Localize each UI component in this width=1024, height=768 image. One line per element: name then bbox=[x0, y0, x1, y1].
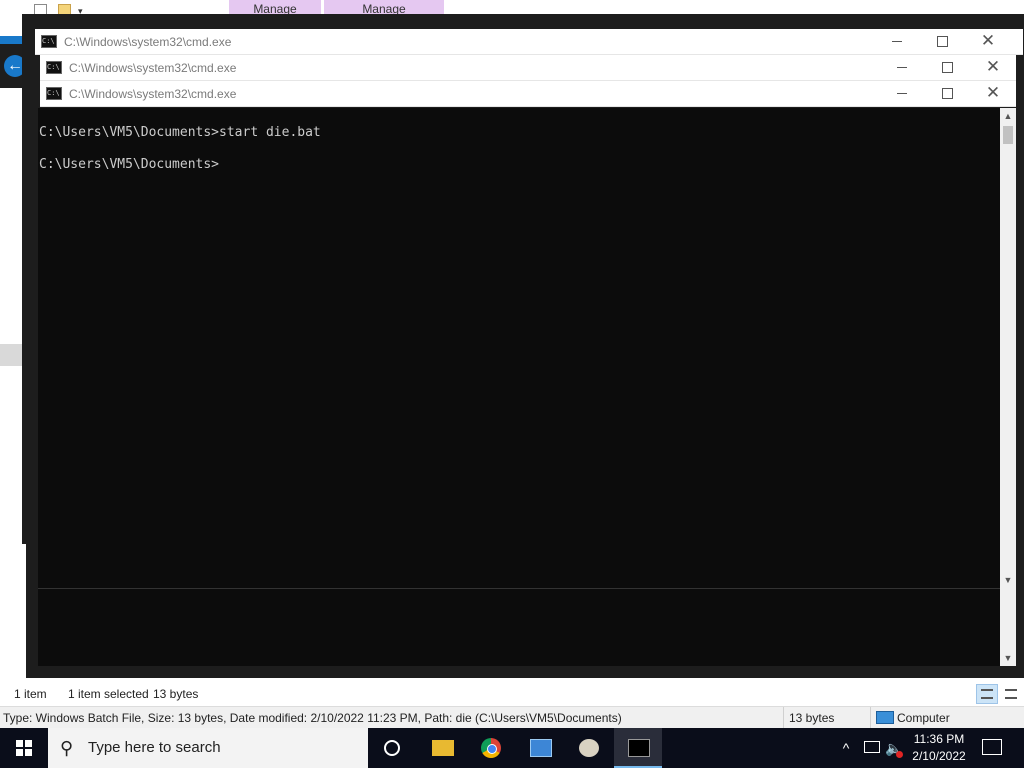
search-placeholder: Type here to search bbox=[88, 739, 221, 756]
details-view-icon bbox=[981, 689, 993, 699]
computer-icon bbox=[876, 711, 894, 724]
file-details-text: Type: Windows Batch File, Size: 13 bytes… bbox=[3, 711, 622, 725]
taskbar-search[interactable]: ⚲ Type here to search bbox=[48, 728, 368, 768]
scroll-up-icon[interactable]: ▲ bbox=[1000, 108, 1016, 124]
cmd-window-2-titlebar[interactable]: C:\ C:\Windows\system32\cmd.exe ✕ bbox=[40, 55, 1016, 81]
file-explorer-button[interactable] bbox=[418, 728, 466, 768]
cmd-app-icon: C:\ bbox=[41, 35, 57, 48]
clock-time: 11:36 PM bbox=[913, 732, 965, 746]
scroll-down-icon[interactable]: ▼ bbox=[1000, 650, 1016, 666]
cmd-window-3-titlebar[interactable]: C:\ C:\Windows\system32\cmd.exe ✕ bbox=[40, 81, 1016, 107]
window-title: C:\Windows\system32\cmd.exe bbox=[69, 87, 237, 101]
maximize-button[interactable] bbox=[932, 32, 952, 50]
minimize-button[interactable] bbox=[892, 58, 912, 76]
maximize-button[interactable] bbox=[937, 84, 957, 102]
details-divider bbox=[783, 707, 784, 729]
details-view-button[interactable] bbox=[976, 684, 998, 704]
selected-size: 13 bytes bbox=[153, 687, 199, 701]
close-button[interactable]: ✕ bbox=[983, 58, 1003, 76]
details-location: Computer bbox=[897, 711, 950, 725]
taskbar: ⚲ Type here to search ^ 🔈 11:36 PM 2/10/… bbox=[0, 728, 1024, 768]
details-bar: Type: Windows Batch File, Size: 13 bytes… bbox=[0, 706, 1024, 729]
console-line: C:\Users\VM5\Documents>start die.bat bbox=[39, 125, 321, 140]
folder-icon bbox=[432, 740, 454, 756]
item-count: 1 item bbox=[14, 687, 47, 701]
console-divider bbox=[38, 588, 1000, 589]
system-information-button[interactable] bbox=[516, 728, 564, 768]
large-icons-view-icon bbox=[1005, 689, 1017, 699]
large-icons-view-button[interactable] bbox=[1000, 684, 1022, 704]
system-clock[interactable]: 11:36 PM 2/10/2022 bbox=[906, 731, 972, 765]
details-size: 13 bytes bbox=[789, 711, 835, 725]
cortana-icon bbox=[384, 740, 400, 756]
selected-count: 1 item selected bbox=[68, 687, 149, 701]
cmd-app-icon: C:\ bbox=[46, 61, 62, 74]
command-prompt-button[interactable] bbox=[614, 728, 662, 768]
minimize-button[interactable] bbox=[887, 32, 907, 50]
network-icon[interactable] bbox=[862, 728, 882, 768]
system-information-icon bbox=[530, 739, 552, 757]
action-center-icon[interactable] bbox=[982, 739, 1002, 755]
windows-logo-icon bbox=[16, 740, 32, 756]
paint-button[interactable] bbox=[565, 728, 613, 768]
start-button[interactable] bbox=[0, 728, 48, 768]
console-line: C:\Users\VM5\Documents> bbox=[39, 157, 220, 172]
window-title: C:\Windows\system32\cmd.exe bbox=[69, 61, 237, 75]
search-icon: ⚲ bbox=[60, 738, 74, 758]
command-prompt-icon bbox=[628, 739, 650, 757]
window-title: C:\Windows\system32\cmd.exe bbox=[64, 35, 232, 49]
task-view-button[interactable] bbox=[368, 728, 416, 768]
maximize-button[interactable] bbox=[937, 58, 957, 76]
console-scrollbar[interactable]: ▲ ▼ ▼ bbox=[1000, 108, 1016, 666]
close-button[interactable]: ✕ bbox=[983, 84, 1003, 102]
cmd-window-1-titlebar[interactable]: C:\ C:\Windows\system32\cmd.exe ✕ bbox=[35, 29, 1023, 55]
explorer-accent-bar bbox=[0, 36, 22, 44]
explorer-status-bar: 1 item 1 item selected 13 bytes bbox=[0, 682, 1024, 706]
clock-date: 2/10/2022 bbox=[912, 749, 966, 763]
minimize-button[interactable] bbox=[892, 84, 912, 102]
close-button[interactable]: ✕ bbox=[978, 32, 998, 50]
scroll-thumb[interactable] bbox=[1003, 126, 1013, 144]
paint-icon bbox=[579, 739, 599, 757]
chrome-center-icon bbox=[487, 744, 497, 754]
volume-muted-icon[interactable]: 🔈 bbox=[884, 728, 904, 768]
show-hidden-icons-icon[interactable]: ^ bbox=[836, 728, 856, 768]
nav-pane-selected-item[interactable] bbox=[0, 344, 22, 366]
cmd-app-icon: C:\ bbox=[46, 87, 62, 100]
scroll-down-icon[interactable]: ▼ bbox=[1000, 572, 1016, 588]
details-divider bbox=[870, 707, 871, 729]
console-output[interactable]: C:\Users\VM5\Documents>start die.bat C:\… bbox=[38, 108, 1000, 666]
chrome-button[interactable] bbox=[467, 728, 515, 768]
